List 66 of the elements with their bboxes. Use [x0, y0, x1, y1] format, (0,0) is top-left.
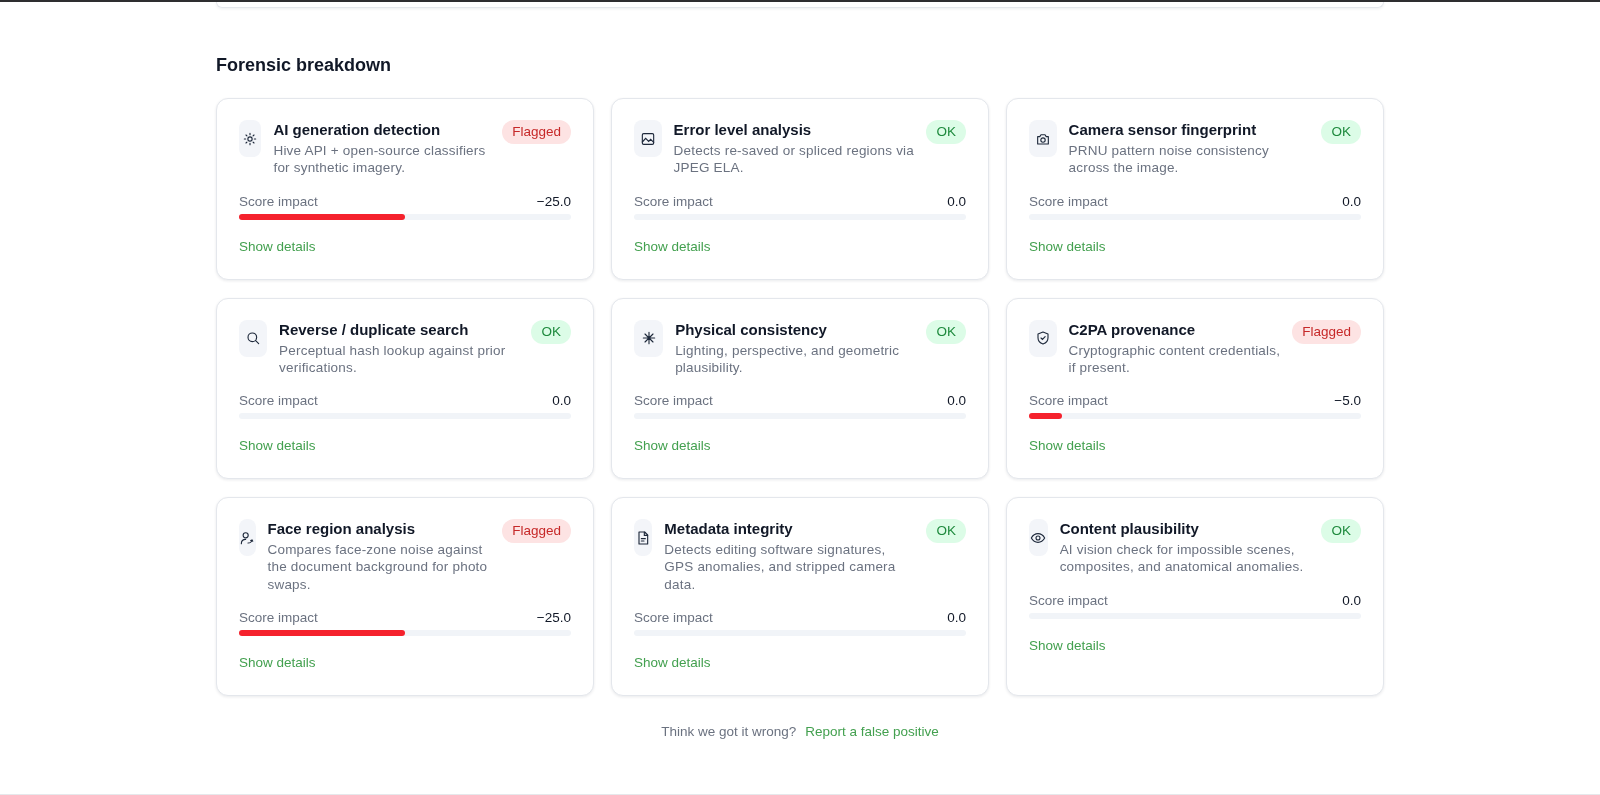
score-value: 0.0 — [947, 392, 966, 410]
report-link[interactable]: Report a false positive — [805, 723, 939, 741]
score-label: Score impact — [1029, 392, 1108, 410]
status-badge: Flagged — [502, 120, 571, 144]
score-label: Score impact — [634, 192, 713, 210]
check-description: Perceptual hash lookup against prior verifications. — [279, 341, 507, 377]
check-description: Compares face-zone noise against the document background for photo swaps. — [267, 541, 489, 594]
sun-icon — [239, 120, 262, 157]
show-details-link[interactable]: Show details — [239, 654, 316, 672]
show-details-link[interactable]: Show details — [239, 237, 316, 255]
section-heading: Forensic breakdown — [216, 54, 392, 77]
score-value: −25.0 — [536, 609, 571, 627]
check-title: Physical consistency — [675, 319, 827, 340]
status-badge: Flagged — [502, 519, 571, 544]
image-icon — [634, 120, 662, 157]
status-badge: OK — [926, 319, 966, 344]
show-details-link[interactable]: Show details — [634, 654, 711, 672]
check-description: Hive API + open-source classifiers for synthetic imagery. — [273, 142, 487, 177]
show-details-link[interactable]: Show details — [1029, 636, 1106, 654]
score-value: 0.0 — [1342, 591, 1361, 609]
eye-icon — [1029, 519, 1048, 557]
status-badge: OK — [1321, 120, 1361, 144]
show-details-link[interactable]: Show details — [634, 237, 711, 255]
score-label: Score impact — [634, 609, 713, 627]
check-title: Error level analysis — [673, 120, 812, 140]
score-label: Score impact — [239, 609, 318, 627]
show-details-link[interactable]: Show details — [634, 437, 711, 455]
show-details-link[interactable]: Show details — [1029, 237, 1106, 255]
check-description: Detects re-saved or spliced regions via JPEG ELA. — [673, 142, 915, 177]
check-title: Content plausibility — [1059, 519, 1199, 540]
check-description: Detects editing software signatures, GPS anomalies, and stripped camera data. — [664, 541, 897, 594]
score-label: Score impact — [1029, 591, 1108, 609]
score-label: Score impact — [1029, 192, 1108, 210]
asterisk-icon — [634, 319, 664, 357]
shield-check-icon — [1029, 319, 1057, 357]
show-details-link[interactable]: Show details — [239, 437, 316, 455]
score-value: 0.0 — [947, 609, 966, 627]
score-label: Score impact — [239, 192, 318, 210]
check-title: Reverse / duplicate search — [279, 319, 469, 340]
check-description: Lighting, perspective, and geometric plausibility. — [675, 341, 901, 377]
camera-icon — [1029, 120, 1057, 157]
check-description: PRNU pattern noise consistency across the image. — [1068, 142, 1270, 177]
score-label: Score impact — [239, 392, 318, 410]
check-title: C2PA provenance — [1068, 319, 1196, 340]
score-label: Score impact — [634, 392, 713, 410]
status-badge: OK — [531, 319, 571, 344]
score-value: 0.0 — [552, 392, 571, 410]
status-badge: OK — [1321, 519, 1361, 544]
check-title: Camera sensor fingerprint — [1068, 120, 1257, 140]
check-description: Cryptographic content credentials, if present. — [1068, 341, 1281, 377]
score-value: −5.0 — [1334, 392, 1361, 410]
check-title: Face region analysis — [267, 519, 416, 540]
show-details-link[interactable]: Show details — [1029, 437, 1106, 455]
check-description: AI vision check for impossible scenes, composites, and anatomical anomalies. — [1059, 541, 1305, 576]
score-value: 0.0 — [1342, 192, 1361, 210]
status-badge: OK — [926, 519, 966, 544]
search-icon — [239, 319, 268, 357]
score-value: −25.0 — [536, 192, 571, 210]
footer-question: Think we got it wrong? — [661, 723, 797, 741]
score-value: 0.0 — [947, 192, 966, 210]
check-title: AI generation detection — [273, 120, 441, 140]
status-badge: OK — [926, 120, 966, 144]
check-title: Metadata integrity — [664, 519, 793, 540]
document-icon — [634, 519, 653, 557]
person-arrow-icon — [239, 519, 256, 557]
status-badge: Flagged — [1292, 319, 1361, 344]
